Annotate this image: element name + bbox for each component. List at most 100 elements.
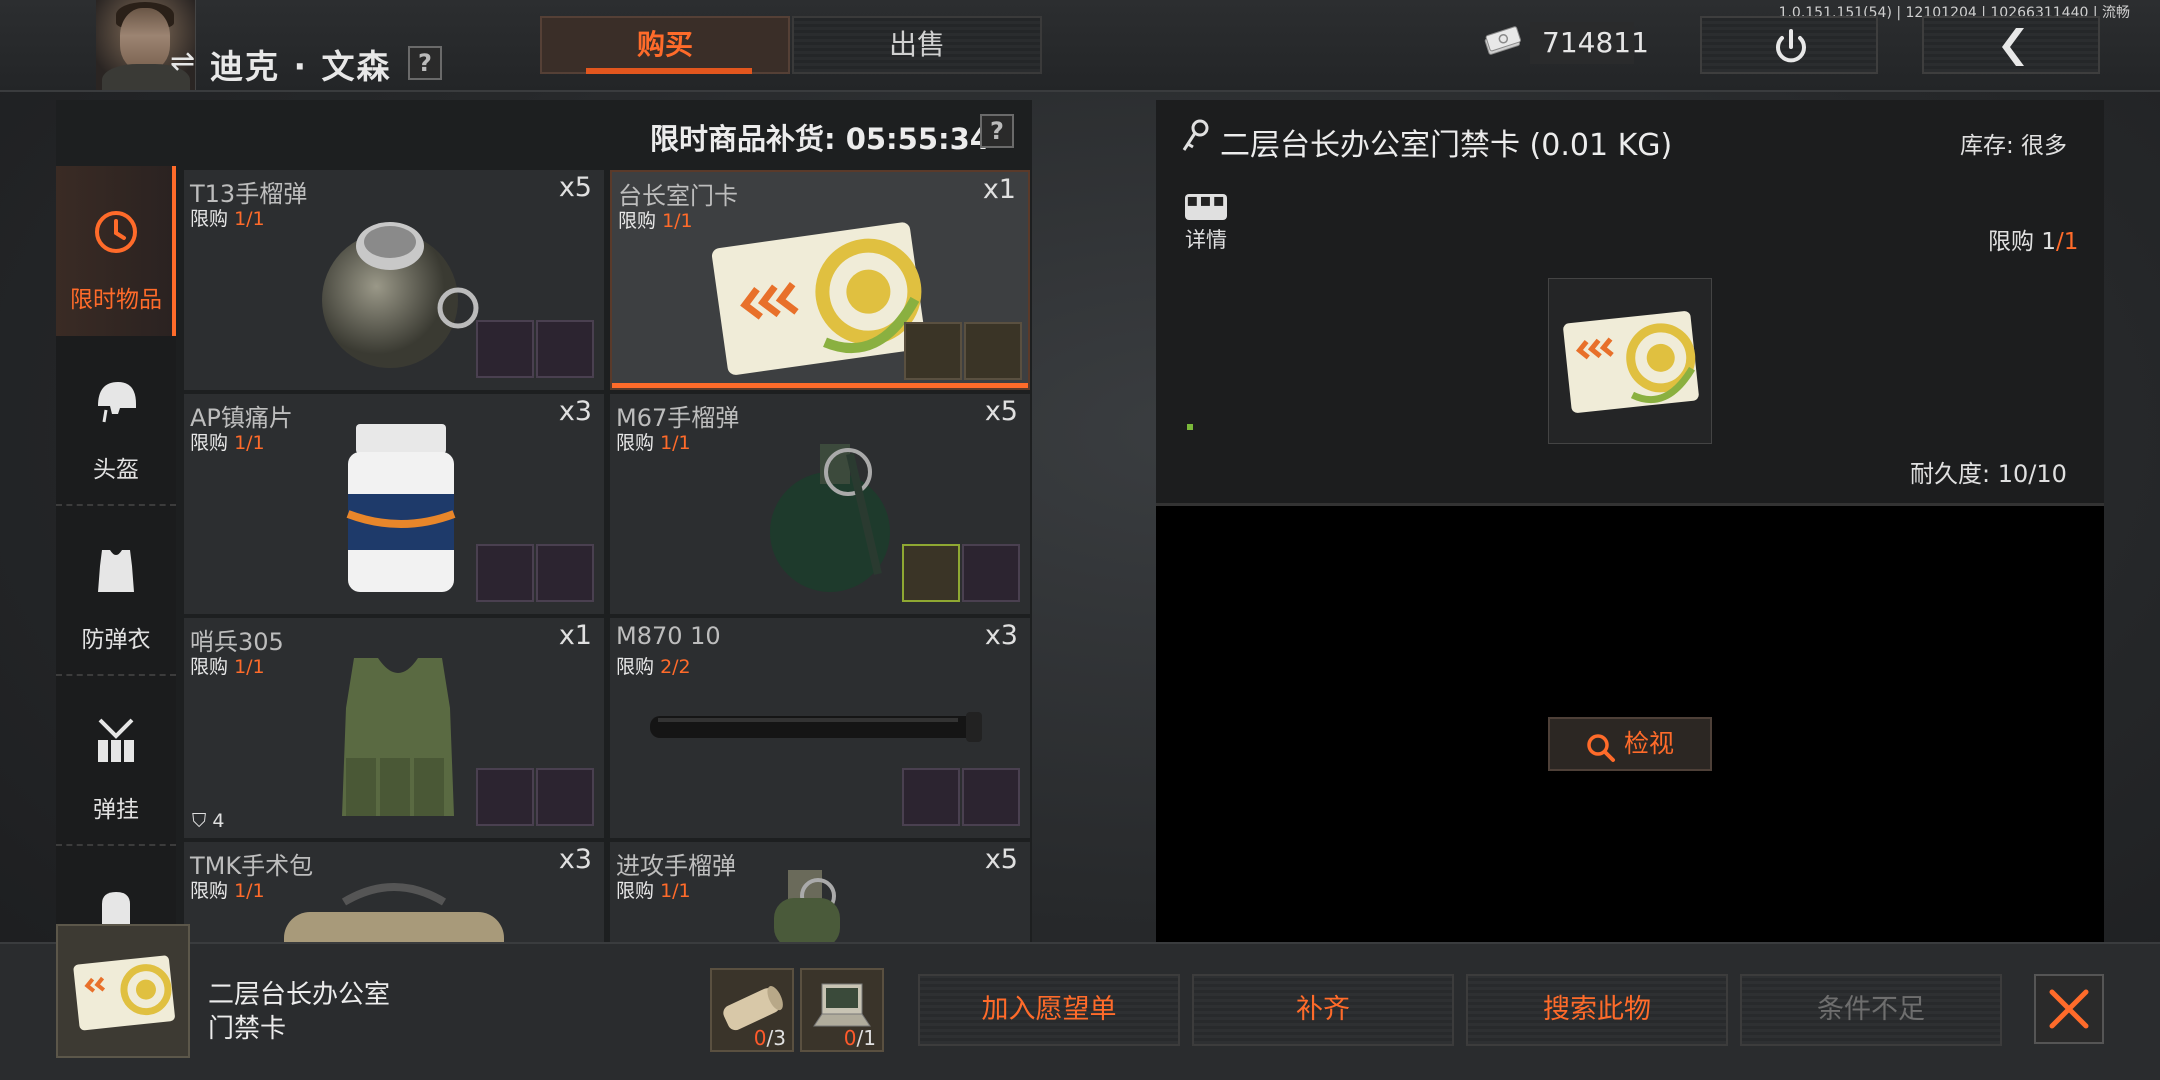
requirement-slot-device[interactable] (476, 544, 534, 602)
category-sidebar: 限时物品 头盔 防弹衣 弹挂 (56, 166, 176, 942)
condition-unmet-label: 条件不足 (1817, 994, 1925, 1025)
cash-icon (1484, 26, 1522, 55)
category-helmet[interactable]: 头盔 (56, 336, 176, 506)
category-body-armor[interactable]: 防弹衣 (56, 506, 176, 676)
category-label: 弹挂 (93, 797, 139, 823)
item-quantity: x5 (984, 844, 1018, 875)
requirement-count: 0/3 (753, 1026, 786, 1050)
item-preview (1548, 278, 1712, 444)
category-chest-rig[interactable]: 弹挂 (56, 676, 176, 846)
item-card-tmk-surgery-kit[interactable]: TMK手术包 限购 1/1 x3 (184, 842, 604, 942)
close-icon (2049, 989, 2089, 1029)
inspect-button[interactable]: 检视 (1548, 717, 1712, 771)
item-quantity: x1 (558, 620, 592, 651)
tab-sell-label: 出售 (888, 28, 945, 61)
item-card-offensive-grenade[interactable]: 进攻手榴弹 限购 1/1 x5 (610, 842, 1030, 942)
item-card-ap-painkiller[interactable]: AP镇痛片 限购 1/1 x3 (184, 394, 604, 614)
round-grenade-icon (322, 222, 479, 368)
item-limit: 限购 1/1 (190, 208, 265, 230)
requirement-slot-rope[interactable] (902, 544, 960, 602)
clock-icon (95, 211, 137, 253)
item-limit: 限购 1/1 (190, 880, 265, 902)
requirement-slot-gauge[interactable] (962, 768, 1020, 826)
wishlist-label: 加入愿望单 (981, 994, 1117, 1025)
pill-bottle-icon (346, 424, 456, 592)
restock-help-button[interactable]: ? (980, 114, 1014, 148)
requirement-slot-laptop[interactable] (964, 322, 1022, 380)
category-limited[interactable]: 限时物品 (56, 166, 176, 336)
requirement-laptop[interactable]: 0/1 (800, 968, 884, 1052)
magazine-tube-icon (650, 712, 982, 742)
character-name: 迪克 · 文森 (210, 47, 392, 86)
requirement-slot-cloth[interactable] (536, 544, 594, 602)
shield-icon: ⛉ (192, 810, 207, 832)
search-icon (1587, 733, 1615, 762)
requirement-slot-device[interactable] (476, 320, 534, 378)
status-dot (1187, 424, 1193, 430)
item-card-t13-grenade[interactable]: T13手榴弹 限购 1/1 x5 (184, 170, 604, 390)
details-label: 详情 (1185, 228, 1227, 252)
item-limit: 限购 2/2 (616, 656, 691, 678)
item-card-office-keycard[interactable]: 台长室门卡 限购 1/1 x1 (610, 170, 1030, 390)
requirement-slot-binoculars[interactable] (476, 768, 534, 826)
item-quantity: x3 (558, 844, 592, 875)
restock-timer: 限时商品补货: 05:55:34 (650, 122, 990, 156)
close-button[interactable] (2034, 974, 2104, 1044)
surgery-kit-icon (284, 883, 504, 942)
requirement-paper-roll[interactable]: 0/3 (710, 968, 794, 1052)
item-card-m870-10[interactable]: M870 10 限购 2/2 x3 (610, 618, 1030, 838)
item-limit: 限购 1/1 (190, 656, 265, 678)
tab-buy[interactable]: 购买 (540, 16, 790, 74)
category-label: 限时物品 (70, 287, 162, 313)
fill-up-label: 补齐 (1296, 994, 1350, 1025)
item-quantity: x3 (558, 396, 592, 427)
item-card-m67-grenade[interactable]: M67手榴弹 限购 1/1 x5 (610, 394, 1030, 614)
add-to-wishlist-button[interactable]: 加入愿望单 (918, 974, 1180, 1046)
inspect-label: 检视 (1623, 729, 1674, 758)
requirement-slot-horseshoe[interactable] (902, 768, 960, 826)
back-button[interactable] (1922, 16, 2100, 74)
offensive-grenade-icon (774, 870, 840, 942)
item-limit: 限购 1/1 (616, 432, 691, 454)
stock-label: 库存: 很多 (1960, 133, 2068, 159)
item-name: M870 10 (616, 622, 721, 650)
requirement-slot-paper-roll[interactable] (904, 322, 962, 380)
character-help-button[interactable]: ? (408, 46, 442, 80)
item-quantity: x5 (984, 396, 1018, 427)
details-button[interactable]: ▪▪▪ 详情 (1184, 192, 1228, 254)
vest-icon (98, 550, 134, 592)
category-label: 头盔 (93, 457, 139, 483)
requirement-slot-spray[interactable] (536, 320, 594, 378)
tab-buy-label: 购买 (636, 28, 693, 61)
item-detail-title: 二层台长办公室门禁卡 (0.01 KG) (1220, 128, 1673, 163)
durability-label: 耐久度: 10/10 (1910, 460, 2067, 488)
item-quantity: x1 (982, 174, 1016, 205)
item-quantity: x5 (558, 172, 592, 203)
requirement-slot-headset[interactable] (962, 544, 1020, 602)
requirement-count: 0/1 (843, 1026, 876, 1050)
requirement-slot-gauge[interactable] (536, 768, 594, 826)
item-card-sentinel-305[interactable]: 哨兵305 限购 1/1 x1 ⛉ 4 (184, 618, 604, 838)
search-item-button[interactable]: 搜索此物 (1466, 974, 1728, 1046)
swap-character-icon[interactable]: ⇌ (170, 44, 202, 80)
item-quantity: x3 (984, 620, 1018, 651)
buy-button-disabled[interactable]: 条件不足 (1740, 974, 2002, 1046)
tab-sell[interactable]: 出售 (792, 16, 1042, 74)
fill-up-button[interactable]: 补齐 (1192, 974, 1454, 1046)
details-icon: ▪▪▪ (1185, 192, 1227, 220)
active-tab-indicator (586, 68, 752, 74)
chest-rig-icon (98, 718, 134, 762)
keycard-thumb-icon (73, 955, 175, 1031)
keycard-preview-icon (1563, 311, 1699, 413)
search-item-label: 搜索此物 (1543, 994, 1651, 1025)
item-limit: 限购 1/1 (616, 880, 691, 902)
item-limit: 限购 1/1 (618, 210, 693, 232)
back-arrow-icon (2002, 28, 2024, 66)
selected-item-name: 二层台长办公室门禁卡 (208, 980, 391, 1044)
armor-level: ⛉ 4 (192, 810, 225, 832)
power-button[interactable] (1700, 16, 1878, 74)
selected-item-thumbnail[interactable] (56, 924, 190, 1058)
detail-purchase-limit: 限购 1/1 (1988, 229, 2079, 255)
helmet-icon (98, 382, 136, 423)
cash-amount: 714811 (1542, 26, 1649, 59)
